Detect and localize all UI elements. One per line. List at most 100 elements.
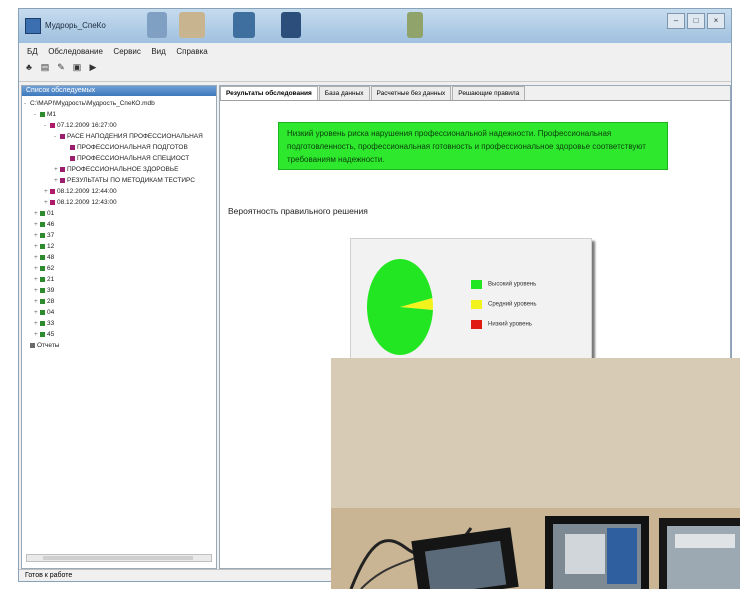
flag-icon	[50, 122, 55, 128]
tree-item[interactable]: +28	[34, 296, 54, 307]
status-text: Готов к работе	[25, 572, 73, 579]
tree-item-label: 08.12.2009 12:44:00	[57, 188, 117, 195]
tab-database[interactable]: База данных	[318, 86, 370, 100]
taskbar-icon[interactable]	[407, 12, 423, 38]
edit-icon[interactable]: ✎	[55, 61, 67, 73]
item-icon	[60, 166, 65, 172]
tab-results[interactable]: Результаты обследования	[220, 86, 318, 100]
tree-item[interactable]: ПРОФЕССИОНАЛЬНАЯ ПОДГОТОВ	[64, 142, 188, 153]
tree-item[interactable]: +33	[34, 318, 54, 329]
flag-icon	[50, 199, 55, 205]
tree-item-label: 08.12.2009 12:43:00	[57, 199, 117, 206]
legend-entry: Высокий уровень	[471, 279, 537, 299]
menu-survey[interactable]: Обследование	[48, 45, 103, 59]
minimize-icon[interactable]: –	[667, 13, 685, 29]
pie-svg	[367, 259, 433, 355]
tree-item-label: M1	[47, 111, 57, 118]
taskbar-icon[interactable]	[233, 12, 255, 38]
taskbar-icon[interactable]	[281, 12, 301, 38]
tree-item-label: ПРОФЕССИОНАЛЬНАЯ СПЕЦИОСТ	[77, 155, 190, 162]
tab-calculated[interactable]: Расчетные без данных	[370, 86, 452, 100]
tree-item[interactable]: +48	[34, 252, 54, 263]
tree-item[interactable]: +45	[34, 329, 54, 340]
tree-item[interactable]: Отчеты	[24, 340, 59, 351]
legend-label: Низкий уровень	[488, 321, 532, 328]
tree-item-label: 37	[47, 232, 55, 239]
tree-item-label: 21	[47, 276, 55, 283]
item-icon	[70, 155, 75, 161]
tree-item-label: 46	[47, 221, 55, 228]
tree-item-label: 62	[47, 265, 55, 272]
tree-item[interactable]: - РАСЕ НАПОДЕНИЯ ПРОФЕССИОНАЛЬНАЯ	[54, 131, 203, 142]
legend-entry: Низкий уровень	[471, 319, 537, 339]
menu-help[interactable]: Справка	[176, 45, 207, 59]
tree-item-label: 45	[47, 331, 55, 338]
tree-item-label: 28	[47, 298, 55, 305]
person-icon	[40, 287, 45, 293]
menu-view[interactable]: Вид	[151, 45, 165, 59]
panel-header: Список обследуемых	[22, 86, 216, 96]
item-icon	[60, 133, 65, 139]
legend-swatch	[471, 300, 482, 310]
item-icon	[70, 144, 75, 150]
tree-item[interactable]: - M1	[34, 109, 56, 120]
pie-chart: Высокий уровень Средний уровень Низкий уро…	[350, 238, 592, 362]
person-icon	[40, 254, 45, 260]
tree-item[interactable]: +08.12.2009 12:43:00	[44, 197, 117, 208]
flag-icon	[50, 188, 55, 194]
subject-tree: - С:\MAPI\Мудрость\Мудрость_СпеКО.mdb - M1-…	[24, 98, 216, 550]
scrollbar-thumb[interactable]	[43, 556, 193, 560]
tree-item[interactable]: ПРОФЕССИОНАЛЬНАЯ СПЕЦИОСТ	[64, 153, 189, 164]
legend-swatch	[471, 320, 482, 330]
legend-label: Средний уровень	[488, 301, 537, 308]
save-icon[interactable]: ▣	[71, 61, 83, 73]
probability-label: Вероятность правильного решения	[228, 206, 368, 216]
toolbar-separator	[19, 81, 731, 82]
horizontal-scrollbar[interactable]	[26, 554, 212, 562]
tree-item[interactable]: +37	[34, 230, 54, 241]
taskbar-icon[interactable]	[179, 12, 205, 38]
users-icon[interactable]: ♣	[23, 61, 35, 73]
person-icon	[40, 298, 45, 304]
play-icon[interactable]: ▶	[87, 61, 99, 73]
person-icon	[40, 111, 45, 117]
menu-bar: БД Обследование Сервис Вид Справка	[19, 45, 731, 59]
tree-item[interactable]: +46	[34, 219, 54, 230]
tree-item-label: 01	[47, 210, 55, 217]
tree-item[interactable]: - С:\MAPI\Мудрость\Мудрость_СпеКО.mdb	[24, 98, 155, 109]
tree-item-label: 12	[47, 243, 55, 250]
tree-item-label: С:\MAPI\Мудрость\Мудрость_СпеКО.mdb	[30, 100, 155, 107]
window-title: Мудрорь_СпеКо	[45, 21, 106, 30]
menu-service[interactable]: Сервис	[113, 45, 140, 59]
tree-item[interactable]: + РЕЗУЛЬТАТЫ ПО МЕТОДИКАМ ТЕСТИРС	[54, 175, 195, 186]
maximize-icon[interactable]: □	[687, 13, 705, 29]
tree-item-label: 48	[47, 254, 55, 261]
tree-item-label: 04	[47, 309, 55, 316]
tree-item[interactable]: +12	[34, 241, 54, 252]
classroom-photo	[331, 358, 740, 589]
item-icon	[60, 177, 65, 183]
tree-item[interactable]: +62	[34, 263, 54, 274]
result-banner: Низкий уровень риска нарушения профессио…	[278, 122, 668, 170]
close-icon[interactable]: ×	[707, 13, 725, 29]
tree-item[interactable]: +01	[34, 208, 54, 219]
tree-item[interactable]: -07.12.2009 16:27:00	[44, 120, 117, 131]
tree-item[interactable]: +21	[34, 274, 54, 285]
document-icon[interactable]: ▤	[39, 61, 51, 73]
person-icon	[40, 320, 45, 326]
person-icon	[40, 243, 45, 249]
tree-item[interactable]: +39	[34, 285, 54, 296]
tree-item[interactable]: +04	[34, 307, 54, 318]
tree-item-label: 33	[47, 320, 55, 327]
tree-item-label: РЕЗУЛЬТАТЫ ПО МЕТОДИКАМ ТЕСТИРС	[67, 177, 195, 184]
survey-list-panel: Список обследуемых - С:\MAPI\Мудрость\Муд…	[21, 85, 217, 569]
menu-db[interactable]: БД	[27, 45, 38, 59]
tree-item-label: ПРОФЕССИОНАЛЬНОЕ ЗДОРОВЬЕ	[67, 166, 179, 173]
toolbar: ♣ ▤ ✎ ▣ ▶	[23, 61, 103, 77]
tree-item[interactable]: +08.12.2009 12:44:00	[44, 186, 117, 197]
tab-rules[interactable]: Решающие правила	[452, 86, 526, 100]
window-controls: – □ ×	[665, 13, 725, 29]
title-bar: Мудрорь_СпеКо – □ ×	[19, 9, 731, 43]
tree-item[interactable]: + ПРОФЕССИОНАЛЬНОЕ ЗДОРОВЬЕ	[54, 164, 178, 175]
taskbar-icon[interactable]	[147, 12, 167, 38]
